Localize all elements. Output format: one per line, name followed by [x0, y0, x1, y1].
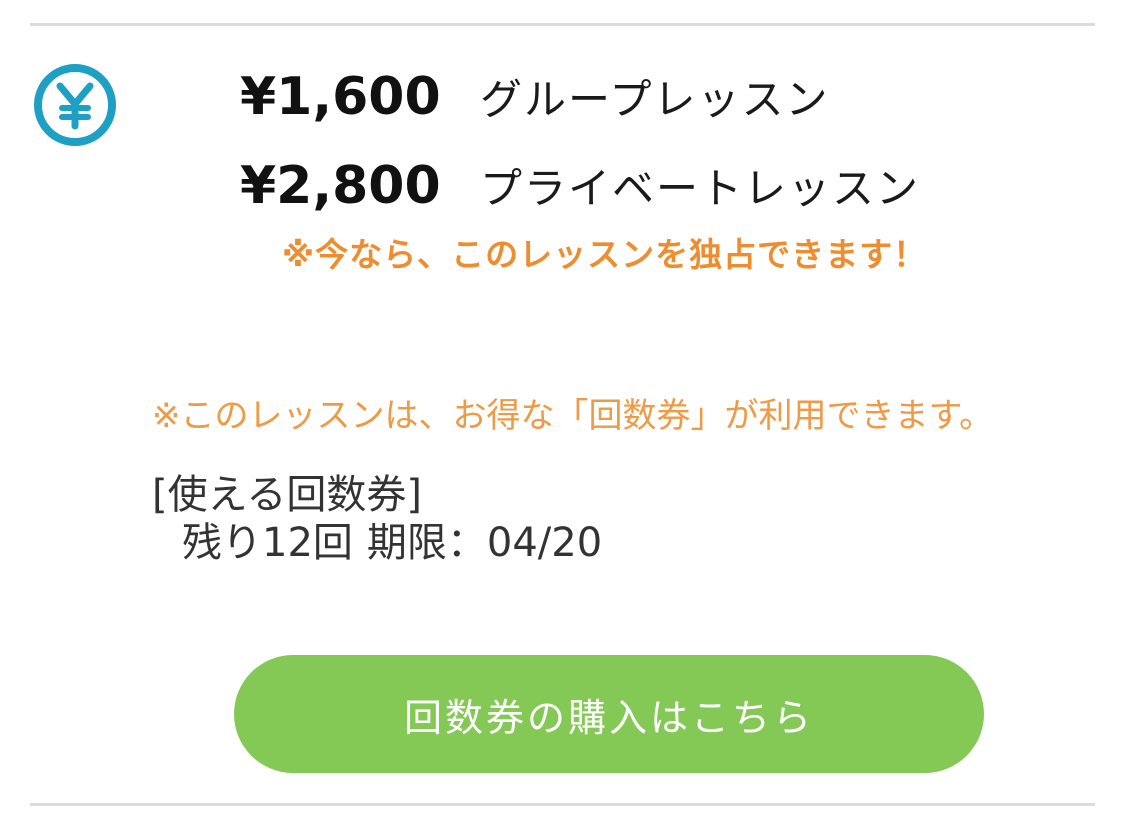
- ticket-expiry-label: 期限：: [366, 520, 487, 566]
- private-lesson-label: プライベートレッスン: [480, 164, 921, 213]
- price-row-private: ¥2,800 プライベートレッスン: [240, 155, 920, 216]
- top-divider: [30, 23, 1095, 26]
- yen-icon: [34, 64, 116, 146]
- buy-ticket-button[interactable]: 回数券の購入はこちら: [234, 655, 984, 773]
- private-lesson-price: ¥2,800: [240, 156, 441, 216]
- ticket-expiry-value: 04/20: [486, 520, 603, 566]
- ticket-remaining: 残り12回: [182, 520, 353, 566]
- ticket-availability-note: ※このレッスンは、お得な「回数券」が利用できます。: [152, 396, 994, 436]
- price-row-group: ¥1,600 グループレッスン: [240, 66, 829, 127]
- bottom-divider: [30, 803, 1095, 806]
- group-lesson-price: ¥1,600: [240, 67, 441, 127]
- group-lesson-label: グループレッスン: [480, 75, 830, 124]
- exclusive-lesson-note: ※今なら、このレッスンを独占できます！: [282, 235, 928, 274]
- ticket-detail: 残り12回 期限：04/20: [182, 510, 616, 568]
